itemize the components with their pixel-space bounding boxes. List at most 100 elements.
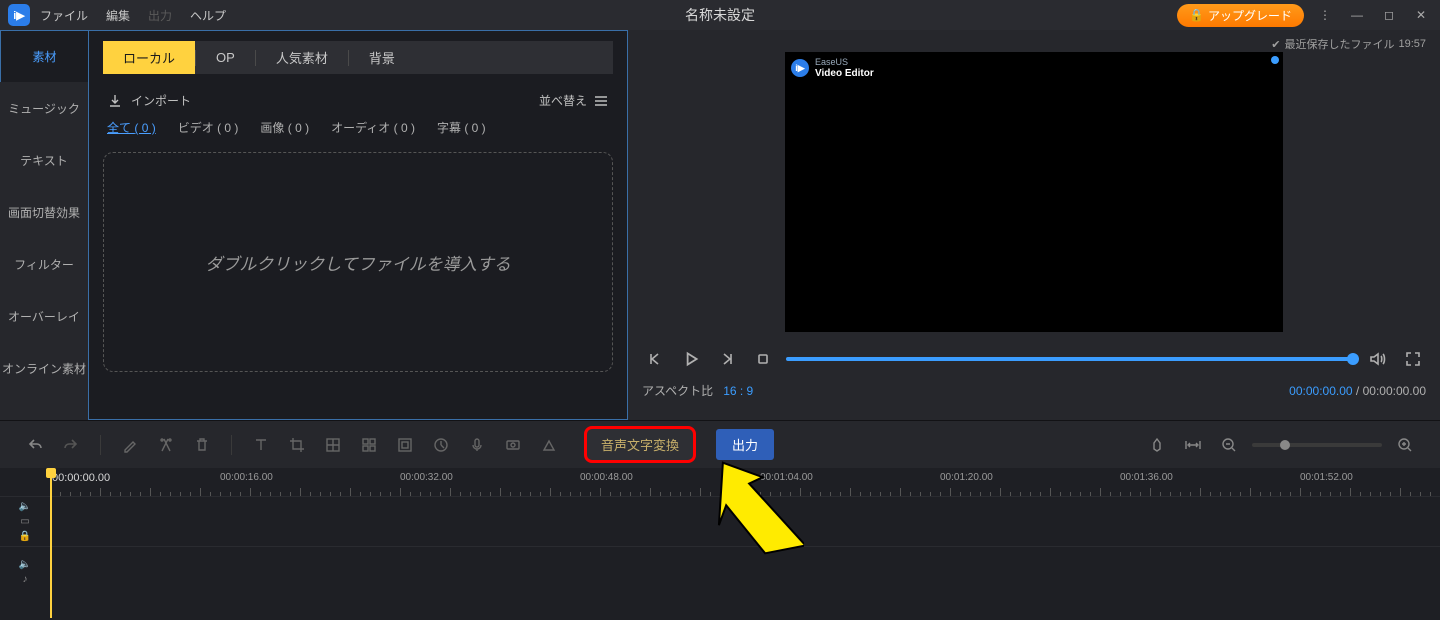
brand-badge: i▶ EaseUS Video Editor bbox=[791, 58, 874, 79]
media-filter-row: 全て ( 0 ) ビデオ ( 0 ) 画像 ( 0 ) オーディオ ( 0 ) … bbox=[107, 119, 609, 136]
next-frame-button[interactable] bbox=[714, 346, 740, 372]
crop-button[interactable] bbox=[284, 432, 310, 458]
ruler-mark: 00:01:04.00 bbox=[760, 472, 813, 483]
preview-controls bbox=[642, 346, 1426, 372]
upgrade-button[interactable]: 🔒 アップグレード bbox=[1177, 4, 1304, 27]
undo-button[interactable] bbox=[22, 432, 48, 458]
filter-all[interactable]: 全て ( 0 ) bbox=[107, 119, 156, 136]
zoom-knob[interactable] bbox=[1280, 440, 1290, 450]
record-button[interactable] bbox=[500, 432, 526, 458]
menu-export[interactable]: 出力 bbox=[148, 7, 172, 24]
marker-button[interactable] bbox=[1144, 432, 1170, 458]
delete-button[interactable] bbox=[189, 432, 215, 458]
voiceover-button[interactable] bbox=[464, 432, 490, 458]
ruler-mark: 00:01:36.00 bbox=[1120, 472, 1173, 483]
video-track[interactable]: 🔈 ▭ 🔒 bbox=[0, 496, 1440, 546]
sidebar-tab-media[interactable]: 素材 bbox=[0, 30, 88, 82]
filter-audio[interactable]: オーディオ ( 0 ) bbox=[331, 119, 415, 136]
sidebar-tab-online[interactable]: オンライン素材 bbox=[0, 342, 88, 394]
play-button[interactable] bbox=[678, 346, 704, 372]
separator bbox=[100, 435, 101, 455]
export-button[interactable]: 出力 bbox=[716, 429, 774, 460]
stop-button[interactable] bbox=[750, 346, 776, 372]
preview-progress[interactable] bbox=[786, 357, 1354, 361]
media-tab-background[interactable]: 背景 bbox=[349, 41, 415, 74]
list-icon bbox=[593, 95, 609, 107]
audio-track[interactable]: 🔈 ♪ bbox=[0, 546, 1440, 596]
volume-button[interactable] bbox=[1364, 346, 1390, 372]
video-track-icon: ▭ bbox=[20, 516, 29, 527]
zoom-slider[interactable] bbox=[1252, 443, 1382, 447]
recent-save-label: 最近保存したファイル bbox=[1284, 36, 1394, 52]
more-menu-button[interactable]: ⋮ bbox=[1314, 4, 1336, 26]
filter-subtitle[interactable]: 字幕 ( 0 ) bbox=[437, 119, 486, 136]
mute-icon[interactable]: 🔈 bbox=[19, 559, 31, 570]
playhead[interactable] bbox=[50, 468, 52, 618]
menu-edit[interactable]: 編集 bbox=[106, 7, 130, 24]
prev-frame-button[interactable] bbox=[642, 346, 668, 372]
maximize-button[interactable]: ◻ bbox=[1378, 4, 1400, 26]
import-button[interactable]: インポート bbox=[107, 92, 191, 109]
preview-timecode: 00:00:00.00 / 00:00:00.00 bbox=[1289, 384, 1426, 398]
sidebar-tab-filter[interactable]: フィルター bbox=[0, 238, 88, 290]
zoom-button[interactable] bbox=[392, 432, 418, 458]
fullscreen-button[interactable] bbox=[1400, 346, 1426, 372]
time-total: 00:00:00.00 bbox=[1363, 384, 1426, 398]
mute-icon[interactable]: 🔈 bbox=[19, 501, 31, 512]
preview-video: i▶ EaseUS Video Editor bbox=[785, 52, 1283, 332]
menu-help[interactable]: ヘルプ bbox=[190, 7, 226, 24]
chroma-button[interactable] bbox=[536, 432, 562, 458]
ruler-mark: 00:00:16.00 bbox=[220, 472, 273, 483]
filter-image[interactable]: 画像 ( 0 ) bbox=[260, 119, 309, 136]
sort-button[interactable]: 並べ替え bbox=[539, 92, 609, 109]
titlebar: i▶ ファイル 編集 出力 ヘルプ 名称未設定 🔒 アップグレード ⋮ — ◻ … bbox=[0, 0, 1440, 30]
ruler-mark: 00:00:32.00 bbox=[400, 472, 453, 483]
media-tab-popular[interactable]: 人気素材 bbox=[256, 41, 348, 74]
filter-video[interactable]: ビデオ ( 0 ) bbox=[178, 119, 239, 136]
audio-track-head: 🔈 ♪ bbox=[0, 547, 50, 596]
sidebar-tab-music[interactable]: ミュージック bbox=[0, 82, 88, 134]
text-button[interactable] bbox=[248, 432, 274, 458]
lock-icon[interactable]: 🔒 bbox=[19, 531, 31, 542]
separator bbox=[231, 435, 232, 455]
zoom-out-button[interactable] bbox=[1216, 432, 1242, 458]
timeline-toolbar: 音声文字変換 出力 bbox=[0, 420, 1440, 468]
speed-button[interactable] bbox=[428, 432, 454, 458]
status-dot bbox=[1271, 56, 1279, 64]
sort-label: 並べ替え bbox=[539, 92, 587, 109]
minimize-button[interactable]: — bbox=[1346, 4, 1368, 26]
media-tabs: ローカル OP 人気素材 背景 bbox=[103, 41, 613, 74]
menu-file[interactable]: ファイル bbox=[40, 7, 88, 24]
sidebar-tab-overlay[interactable]: オーバーレイ bbox=[0, 290, 88, 342]
sidebar-tab-text[interactable]: テキスト bbox=[0, 134, 88, 186]
split-button[interactable] bbox=[153, 432, 179, 458]
close-button[interactable]: ✕ bbox=[1410, 4, 1432, 26]
playhead-time: 00:00:00.00 bbox=[52, 472, 110, 484]
audio-track-icon: ♪ bbox=[23, 574, 28, 585]
lock-icon: 🔒 bbox=[1189, 8, 1204, 22]
speech-to-text-button[interactable]: 音声文字変換 bbox=[584, 426, 696, 463]
time-current: 00:00:00.00 bbox=[1289, 384, 1352, 398]
media-panel: ローカル OP 人気素材 背景 インポート 並べ替え 全て ( 0 bbox=[88, 30, 628, 420]
time-ruler[interactable]: 00:00:00.00 00:00:16.00 00:00:32.00 00:00:… bbox=[0, 468, 1440, 496]
brand-top: EaseUS bbox=[815, 58, 874, 68]
aspect-ratio-select[interactable]: 16 : 9 bbox=[723, 384, 753, 398]
mosaic-button[interactable] bbox=[320, 432, 346, 458]
zoom-in-button[interactable] bbox=[1392, 432, 1418, 458]
app-logo: i▶ bbox=[8, 4, 30, 26]
media-dropzone[interactable]: ダブルクリックしてファイルを導入する bbox=[103, 152, 613, 372]
sidebar: 素材 ミュージック テキスト 画面切替効果 フィルター オーバーレイ オンライン… bbox=[0, 30, 88, 420]
edit-button[interactable] bbox=[117, 432, 143, 458]
ruler-mark: 00:00:48.00 bbox=[580, 472, 633, 483]
import-label: インポート bbox=[131, 92, 191, 109]
timeline-area: 00:00:00.00 00:00:16.00 00:00:32.00 00:00:… bbox=[0, 468, 1440, 620]
autofit-button[interactable] bbox=[1180, 432, 1206, 458]
redo-button[interactable] bbox=[58, 432, 84, 458]
media-tab-local[interactable]: ローカル bbox=[103, 41, 195, 74]
progress-handle[interactable] bbox=[1347, 353, 1359, 365]
recent-save-time: 19:57 bbox=[1398, 38, 1426, 50]
media-tab-op[interactable]: OP bbox=[196, 43, 255, 72]
freeze-button[interactable] bbox=[356, 432, 382, 458]
sidebar-tab-transition[interactable]: 画面切替効果 bbox=[0, 186, 88, 238]
time-sep: / bbox=[1356, 384, 1363, 398]
